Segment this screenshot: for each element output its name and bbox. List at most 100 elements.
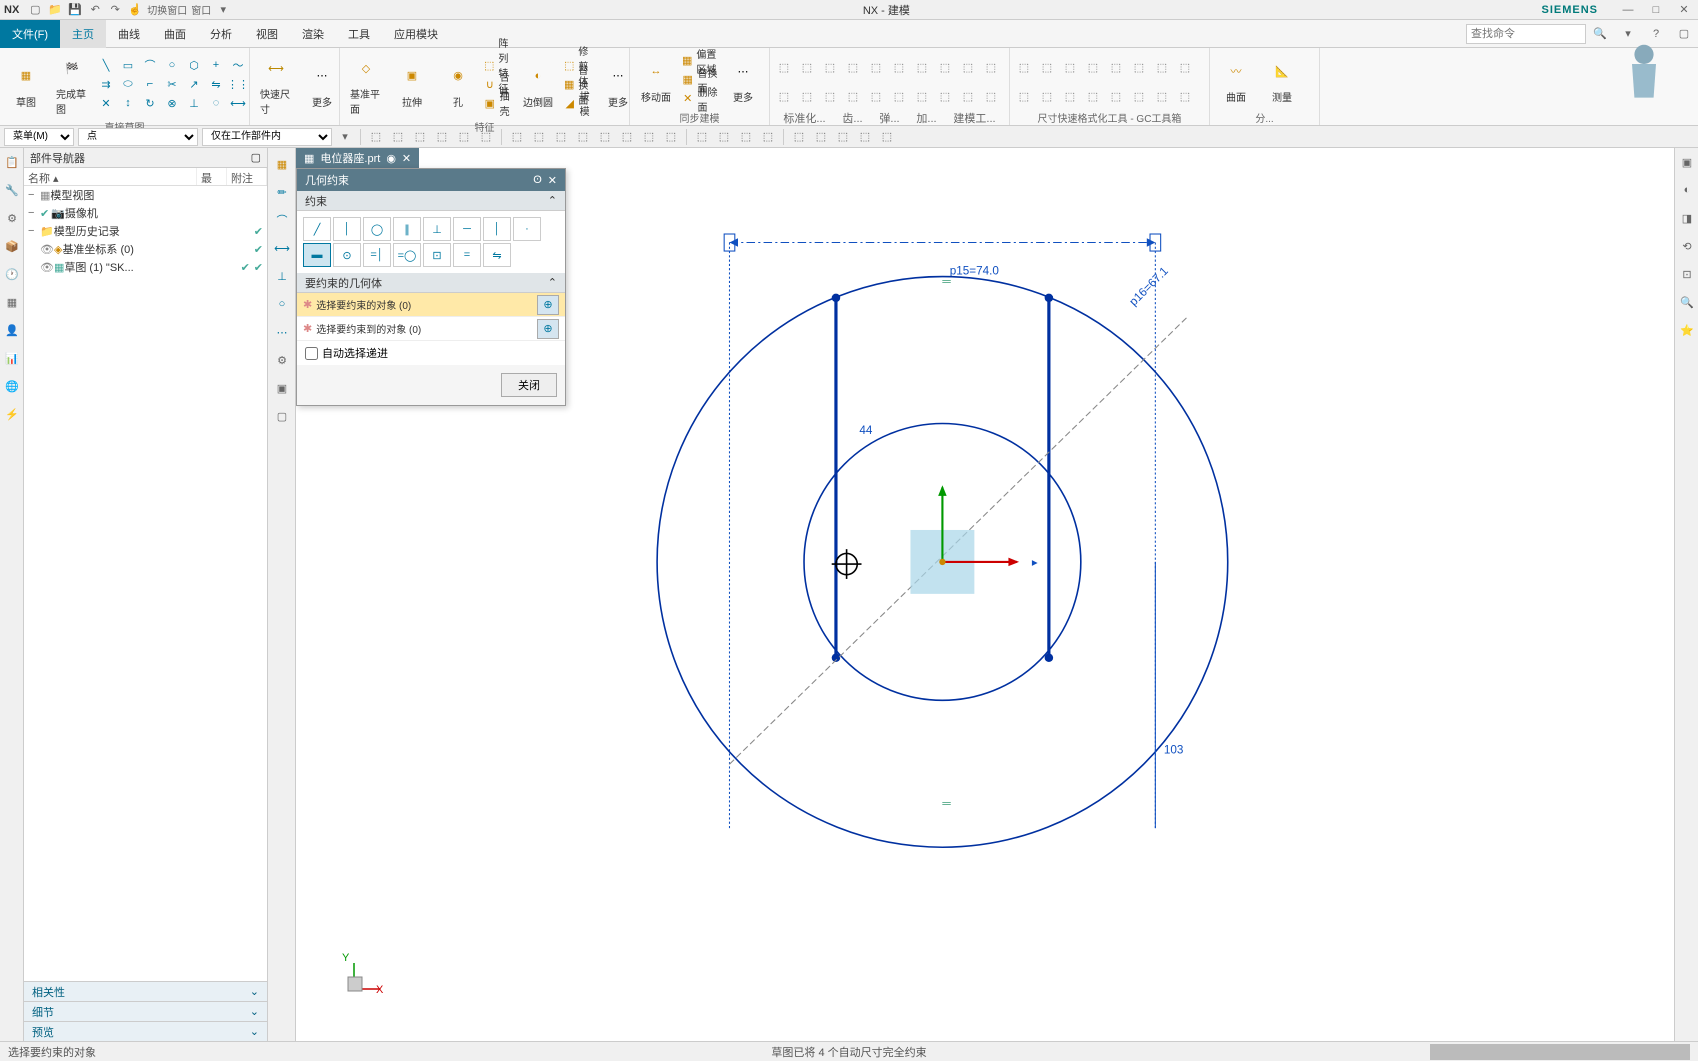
std-icon-2[interactable]: ⬚ <box>797 59 817 75</box>
hd3d-icon[interactable]: 📊 <box>2 348 22 368</box>
command-search-input[interactable] <box>1466 24 1586 44</box>
constraint-collinear[interactable]: ▬ <box>303 243 331 267</box>
std-icon-8[interactable]: ⬚ <box>935 59 955 75</box>
gc-icon-2[interactable]: ⬚ <box>1037 59 1057 75</box>
sel-icon-23[interactable]: ⬚ <box>878 128 896 146</box>
dialog-section-geometry[interactable]: 要约束的几何体⌃ <box>297 273 565 293</box>
history-icon[interactable]: 🕐 <box>2 264 22 284</box>
gc-icon-11[interactable]: ⬚ <box>1060 88 1080 104</box>
auto-select-checkbox[interactable] <box>305 347 318 360</box>
sel-icon-18[interactable]: ⬚ <box>759 128 777 146</box>
browser-icon[interactable]: 🌐 <box>2 376 22 396</box>
menu-render[interactable]: 渲染 <box>290 20 336 48</box>
sel-icon-22[interactable]: ⬚ <box>856 128 874 146</box>
gc-icon-10[interactable]: ⬚ <box>1037 88 1057 104</box>
constraint-point-on[interactable]: │ <box>333 217 361 241</box>
sketch-settings-tool-icon[interactable]: ⚙ <box>270 348 294 372</box>
redo-icon[interactable]: ↷ <box>107 2 123 18</box>
dialog-help-icon[interactable]: ʘ <box>533 174 542 187</box>
sel-icon-3[interactable]: ⬚ <box>411 128 429 146</box>
replace-face-icon[interactable]: ▦ <box>680 72 695 88</box>
quick-dim-button[interactable]: ⟷快速尺寸 <box>254 50 298 118</box>
menu-tools[interactable]: 工具 <box>336 20 382 48</box>
finish-sketch-button[interactable]: 🏁 完成草图 <box>50 50 94 118</box>
sel-icon-4[interactable]: ⬚ <box>433 128 451 146</box>
construct-icon[interactable]: ◌ <box>206 95 226 111</box>
sketch-arc-tool-icon[interactable]: ⌒ <box>270 208 294 232</box>
more-button-3[interactable]: ⋯更多 <box>721 53 765 106</box>
nav-section-detail[interactable]: 细节⌄ <box>24 1001 267 1021</box>
menu-file[interactable]: 文件(F) <box>0 20 60 48</box>
sketch-circle-tool-icon[interactable]: ○ <box>270 292 294 316</box>
shell-icon[interactable]: ▣ <box>482 95 498 111</box>
constraint-midpoint[interactable]: · <box>513 217 541 241</box>
chamfer-button[interactable]: ◐边倒圆 <box>516 58 560 111</box>
unite-icon[interactable]: ∪ <box>482 76 498 92</box>
touch-icon[interactable]: ☝ <box>127 2 143 18</box>
save-icon[interactable]: 💾 <box>67 2 83 18</box>
snap-type-dropdown[interactable]: 点 <box>78 128 198 146</box>
project-icon[interactable]: ⊥ <box>184 95 204 111</box>
fit-icon[interactable]: ⊡ <box>1677 264 1697 284</box>
col-name[interactable]: 名称 ▴ <box>24 168 197 185</box>
intersect-icon[interactable]: ⊗ <box>162 95 182 111</box>
mirror-icon[interactable]: ⇋ <box>206 76 226 92</box>
std-icon-19[interactable]: ⬚ <box>958 88 978 104</box>
dialog-close-icon[interactable]: ✕ <box>548 174 557 187</box>
move-face-button[interactable]: ↔移动面 <box>634 53 678 106</box>
std-icon-5[interactable]: ⬚ <box>866 59 886 75</box>
close-button[interactable]: ✕ <box>1674 2 1694 18</box>
pattern-feature-icon[interactable]: ⬚ <box>482 57 496 73</box>
bookmark-icon[interactable]: ⭐ <box>1677 320 1697 340</box>
constraint-coincident[interactable]: ╱ <box>303 217 331 241</box>
menu-home[interactable]: 主页 <box>60 20 106 48</box>
orientation-icon[interactable]: ⟲ <box>1677 236 1697 256</box>
minimize-button[interactable]: — <box>1618 2 1638 18</box>
sketch-grid-icon[interactable]: ▦ <box>270 152 294 176</box>
sel-icon-5[interactable]: ⬚ <box>455 128 473 146</box>
sketch-orient-tool-icon[interactable]: ▣ <box>270 376 294 400</box>
sel-icon-12[interactable]: ⬚ <box>618 128 636 146</box>
gc-icon-6[interactable]: ⬚ <box>1129 59 1149 75</box>
gc-icon-12[interactable]: ⬚ <box>1083 88 1103 104</box>
draft-icon[interactable]: ◢ <box>562 95 578 111</box>
gc-icon-4[interactable]: ⬚ <box>1083 59 1103 75</box>
std-icon-3[interactable]: ⬚ <box>820 59 840 75</box>
select-cursor-icon[interactable]: ⊕ <box>537 319 559 339</box>
col-notes[interactable]: 附注 <box>227 168 267 185</box>
sel-icon-19[interactable]: ⬚ <box>790 128 808 146</box>
datum-plane-button[interactable]: ◇基准平面 <box>344 50 388 118</box>
std-icon-20[interactable]: ⬚ <box>981 88 1001 104</box>
sketch-toggle-tool-icon[interactable]: ▢ <box>270 404 294 428</box>
undo-icon[interactable]: ↶ <box>87 2 103 18</box>
file-tab[interactable]: ▦ 电位器座.prt ◉ ✕ <box>296 148 419 168</box>
sel-icon-20[interactable]: ⬚ <box>812 128 830 146</box>
point-icon[interactable]: + <box>206 57 226 73</box>
tree-row[interactable]: −▦模型视图 <box>24 186 267 204</box>
dim-icon[interactable]: ⟷ <box>228 95 248 111</box>
rect-icon[interactable]: ▭ <box>118 57 138 73</box>
circle-icon[interactable]: ○ <box>162 57 182 73</box>
menu-dropdown[interactable]: 菜单(M) <box>4 128 74 146</box>
sel-icon-13[interactable]: ⬚ <box>640 128 658 146</box>
constraint-nav-icon[interactable]: ⚙ <box>2 208 22 228</box>
constraint-horizontal[interactable]: ─ <box>453 217 481 241</box>
layers-icon[interactable]: ▦ <box>2 292 22 312</box>
sketch-line-tool-icon[interactable]: ✏ <box>270 180 294 204</box>
gc-icon-8[interactable]: ⬚ <box>1175 59 1195 75</box>
offset-region-icon[interactable]: ▦ <box>680 53 694 69</box>
move-icon[interactable]: ↕ <box>118 95 138 111</box>
graphics-canvas[interactable]: ▦ 电位器座.prt ◉ ✕ 几何约束 ʘ✕ 约束⌃ ╱ │ ◯ ∥ ⊥ ─ │ <box>296 148 1674 1041</box>
sel-icon-16[interactable]: ⬚ <box>715 128 733 146</box>
chevron-down-icon[interactable]: ▾ <box>215 2 231 18</box>
sel-icon-14[interactable]: ⬚ <box>662 128 680 146</box>
tree-row[interactable]: 👁▦草图 (1) "SK...✔✔ <box>24 258 267 276</box>
trim-body-icon[interactable]: ⬚ <box>562 57 576 73</box>
search-icon[interactable]: 🔍 <box>1590 24 1610 44</box>
select-object-row[interactable]: ✱ 选择要约束的对象 (0) ⊕ <box>297 293 565 317</box>
scope-dropdown[interactable]: 仅在工作部件内 <box>202 128 332 146</box>
arc-icon[interactable]: ⌒ <box>140 57 160 73</box>
sketch-button[interactable]: ▦ 草图 <box>4 58 48 111</box>
std-icon-12[interactable]: ⬚ <box>797 88 817 104</box>
select-cursor-icon[interactable]: ⊕ <box>537 295 559 315</box>
